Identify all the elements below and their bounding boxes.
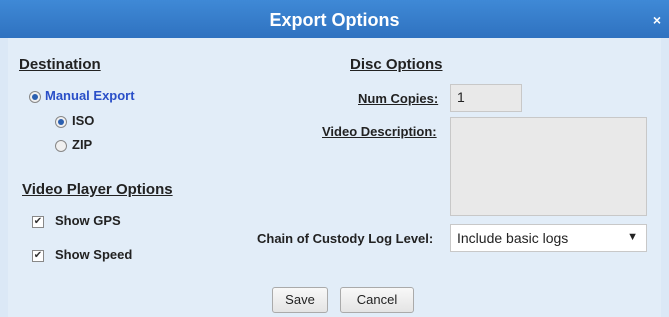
num-copies-label: Num Copies: [358,91,439,106]
show-speed-label: Show Speed [55,247,133,262]
zip-label: ZIP [72,137,93,152]
close-icon[interactable]: × [653,0,661,40]
destination-heading: Destination [19,56,101,73]
show-speed-checkbox[interactable]: ✔ [32,250,44,262]
show-gps-checkbox[interactable]: ✔ [32,216,44,228]
num-copies-input[interactable]: 1 [450,84,522,112]
zip-radio[interactable] [55,140,67,152]
chain-of-custody-select[interactable]: Include basic logs ▼ [450,224,647,252]
video-description-label: Video Description: [322,124,437,139]
save-button[interactable]: Save [272,287,328,313]
disc-options-heading: Disc Options [350,56,443,73]
dialog-titlebar: Export Options × [0,0,669,38]
chain-of-custody-value: Include basic logs [457,230,569,246]
manual-export-label: Manual Export [45,88,135,103]
video-description-textarea[interactable] [450,117,647,216]
dialog-title: Export Options [269,10,400,30]
chevron-down-icon: ▼ [627,231,638,243]
iso-label: ISO [72,113,95,128]
export-options-dialog: Destination Manual Export ISO ZIP Video … [8,38,661,317]
show-gps-label: Show GPS [55,213,121,228]
manual-export-radio[interactable] [29,91,41,103]
cancel-button[interactable]: Cancel [340,287,414,313]
chain-of-custody-label: Chain of Custody Log Level: [257,231,434,246]
iso-radio[interactable] [55,116,67,128]
video-player-heading: Video Player Options [22,181,173,198]
